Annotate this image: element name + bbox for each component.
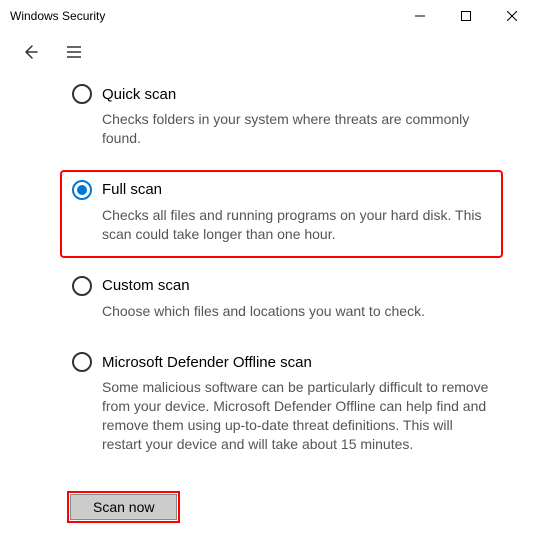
option-label: Custom scan — [102, 277, 190, 294]
minimize-button[interactable] — [397, 0, 443, 32]
close-button[interactable] — [489, 0, 535, 32]
radio-quick-scan[interactable] — [72, 84, 92, 104]
option-description: Checks all files and running programs on… — [72, 206, 491, 244]
back-button[interactable] — [20, 42, 40, 62]
option-description: Checks folders in your system where thre… — [72, 110, 491, 148]
option-description: Some malicious software can be particula… — [72, 378, 491, 454]
scan-options: Quick scan Checks folders in your system… — [0, 68, 535, 520]
option-label: Full scan — [102, 181, 162, 198]
option-custom-scan[interactable]: Custom scan Choose which files and locat… — [60, 266, 503, 335]
radio-offline-scan[interactable] — [72, 352, 92, 372]
titlebar: Windows Security — [0, 0, 535, 32]
radio-dot-icon — [77, 185, 87, 195]
radio-full-scan[interactable] — [72, 180, 92, 200]
scan-now-button[interactable]: Scan now — [70, 494, 177, 520]
option-label: Microsoft Defender Offline scan — [102, 354, 312, 371]
action-row: Scan now — [60, 476, 503, 520]
maximize-button[interactable] — [443, 0, 489, 32]
option-quick-scan[interactable]: Quick scan Checks folders in your system… — [60, 74, 503, 162]
window-title: Windows Security — [10, 9, 397, 23]
option-full-scan[interactable]: Full scan Checks all files and running p… — [60, 170, 503, 258]
option-offline-scan[interactable]: Microsoft Defender Offline scan Some mal… — [60, 342, 503, 468]
radio-custom-scan[interactable] — [72, 276, 92, 296]
window-controls — [397, 0, 535, 32]
option-label: Quick scan — [102, 86, 176, 103]
option-description: Choose which files and locations you wan… — [72, 302, 491, 321]
toolbar — [0, 32, 535, 68]
menu-button[interactable] — [64, 42, 84, 62]
